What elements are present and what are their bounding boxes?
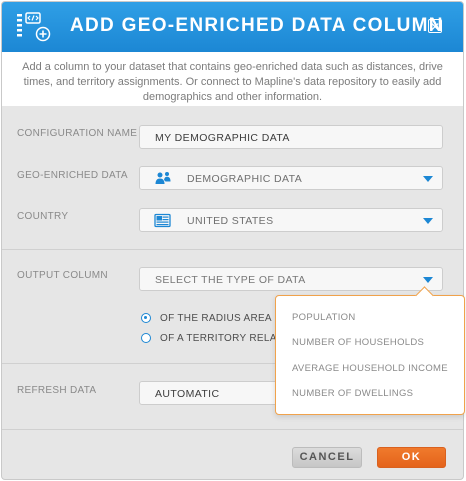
radio-territory-label: OF A TERRITORY RELA — [160, 333, 277, 344]
output-column-label: OUTPUT COLUMN — [17, 270, 108, 281]
country-select[interactable]: UNITED STATES — [139, 208, 443, 232]
chevron-down-icon — [423, 277, 433, 283]
country-label: COUNTRY — [17, 211, 69, 222]
geo-enriched-data-label: GEO-ENRICHED DATA — [17, 170, 128, 181]
people-icon — [155, 172, 171, 184]
config-name-input[interactable]: MY DEMOGRAPHIC DATA — [139, 125, 443, 149]
section-divider — [2, 249, 463, 250]
close-icon[interactable]: ✕ — [428, 19, 442, 34]
output-column-dropdown-menu: POPULATION NUMBER OF HOUSEHOLDS AVERAGE … — [275, 295, 465, 415]
config-name-value: MY DEMOGRAPHIC DATA — [155, 132, 290, 144]
dropdown-item-population[interactable]: POPULATION — [292, 312, 356, 323]
refresh-data-value: AUTOMATIC — [155, 388, 220, 400]
cancel-button[interactable]: CANCEL — [292, 447, 362, 468]
refresh-data-label: REFRESH DATA — [17, 385, 97, 396]
dialog-header: ADD GEO-ENRICHED DATA COLUMN ✕ — [2, 2, 463, 52]
dialog-title: ADD GEO-ENRICHED DATA COLUMN — [70, 15, 444, 36]
geo-enriched-data-value: DEMOGRAPHIC DATA — [187, 173, 303, 185]
chevron-down-icon — [423, 218, 433, 224]
radio-radius-area-label: OF THE RADIUS AREA — [160, 313, 272, 324]
output-column-select[interactable]: SELECT THE TYPE OF DATA — [139, 267, 443, 291]
ok-button[interactable]: OK — [377, 447, 446, 468]
geo-enriched-data-select[interactable]: DEMOGRAPHIC DATA — [139, 166, 443, 190]
country-value: UNITED STATES — [187, 215, 274, 227]
chevron-down-icon — [423, 176, 433, 182]
config-name-label: CONFIGURATION NAME — [17, 128, 138, 139]
radio-territory[interactable] — [141, 333, 151, 343]
dialog-intro-text: Add a column to your dataset that contai… — [2, 52, 463, 106]
flag-icon — [154, 213, 171, 228]
add-data-column-icon — [17, 12, 51, 42]
radio-radius-area[interactable] — [141, 313, 151, 323]
dropdown-item-household-income[interactable]: AVERAGE HOUSEHOLD INCOME — [292, 363, 448, 374]
dropdown-item-dwellings[interactable]: NUMBER OF DWELLINGS — [292, 388, 413, 399]
footer-divider — [2, 429, 463, 430]
dropdown-item-households[interactable]: NUMBER OF HOUSEHOLDS — [292, 337, 424, 348]
output-column-placeholder: SELECT THE TYPE OF DATA — [155, 274, 306, 286]
